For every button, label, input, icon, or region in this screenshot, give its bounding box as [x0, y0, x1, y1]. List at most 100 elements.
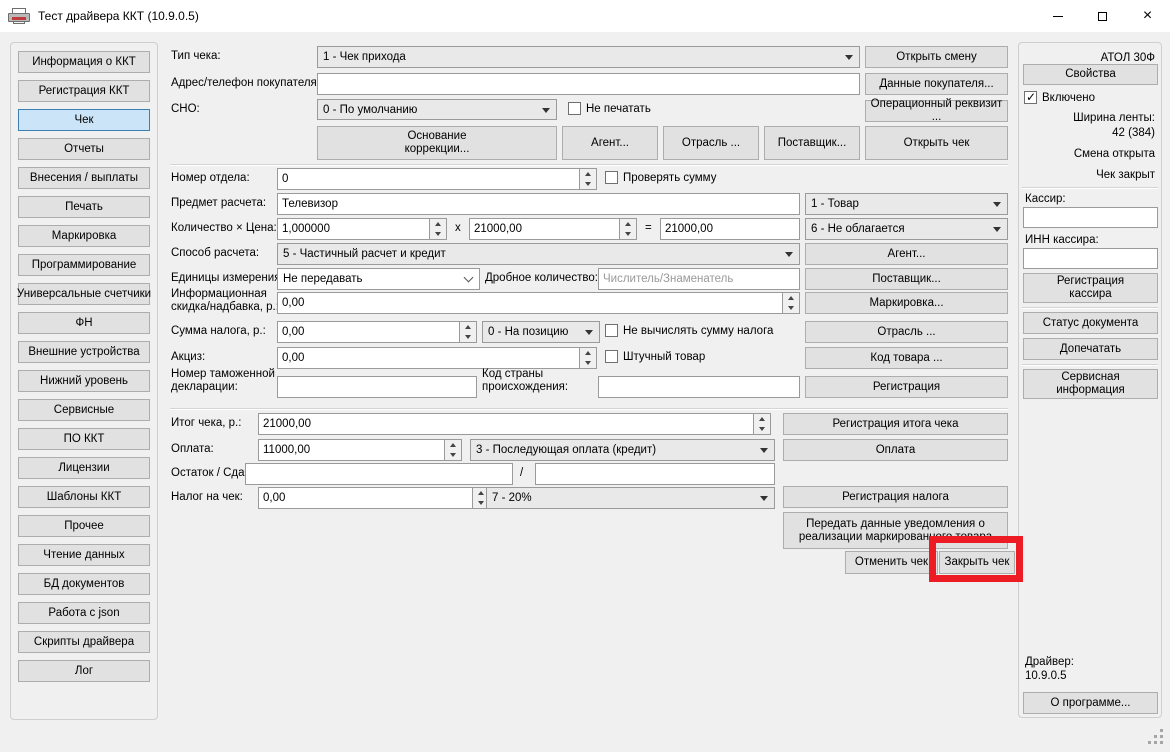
sidebar-item-fn[interactable]: ФН [18, 312, 150, 334]
reprint-button[interactable]: Допечатать [1023, 338, 1158, 360]
buyer-address-field-wrap [317, 73, 860, 95]
sidebar-item-other[interactable]: Прочее [18, 515, 150, 537]
spinner[interactable] [619, 219, 636, 239]
price-input[interactable] [470, 219, 619, 239]
sidebar-item-service[interactable]: Сервисные [18, 399, 150, 421]
sidebar-item-kkt-registration[interactable]: Регистрация ККТ [18, 80, 150, 102]
spinner[interactable] [753, 414, 770, 434]
enabled-checkbox[interactable]: Включено [1024, 90, 1095, 104]
properties-button[interactable]: Свойства [1023, 64, 1158, 85]
highlight-annotation [929, 536, 1023, 582]
country-input[interactable] [599, 377, 799, 397]
product-code-button[interactable]: Код товара ... [805, 347, 1008, 369]
customs-input[interactable] [278, 377, 476, 397]
spinner[interactable] [429, 219, 446, 239]
payment-method-select[interactable]: 5 - Частичный расчет и кредит [277, 243, 800, 265]
sidebar-item-receipt[interactable]: Чек [18, 109, 150, 131]
payment-input[interactable] [259, 440, 444, 460]
discount-input[interactable] [278, 293, 782, 313]
payment-type-select[interactable]: 3 - Последующая оплата (кредит) [470, 439, 775, 461]
correction-basis-button[interactable]: Основание коррекции... [317, 126, 557, 160]
agent-top-button[interactable]: Агент... [562, 126, 658, 160]
excise-input[interactable] [278, 348, 579, 368]
sidebar-item-marking[interactable]: Маркировка [18, 225, 150, 247]
qty-price-label: Количество × Цена: [171, 222, 277, 234]
doc-status-button[interactable]: Статус документа [1023, 312, 1158, 334]
check-sum-checkbox[interactable]: Проверять сумму [605, 171, 716, 184]
sidebar-item-licenses[interactable]: Лицензии [18, 457, 150, 479]
sidebar-item-json[interactable]: Работа с json [18, 602, 150, 624]
sidebar: Информация о ККТ Регистрация ККТ Чек Отч… [10, 42, 158, 720]
spinner[interactable] [459, 322, 476, 342]
amount-input[interactable] [661, 219, 799, 239]
change-input[interactable] [536, 464, 774, 484]
industry-item-button[interactable]: Отрасль ... [805, 321, 1008, 343]
open-shift-button[interactable]: Открыть смену [865, 46, 1008, 68]
tax-type-select[interactable]: 6 - Не облагается [805, 218, 1008, 240]
maximize-button[interactable] [1080, 0, 1125, 32]
fractional-input[interactable] [599, 269, 799, 289]
sidebar-item-print[interactable]: Печать [18, 196, 150, 218]
no-print-checkbox[interactable]: Не печатать [568, 102, 651, 115]
minimize-button[interactable] [1035, 0, 1080, 32]
customs-label: Номер таможенной декларации: [171, 368, 275, 393]
no-tax-calc-checkbox[interactable]: Не вычислять сумму налога [605, 324, 773, 337]
sidebar-item-programming[interactable]: Программирование [18, 254, 150, 276]
rest-input[interactable] [246, 464, 512, 484]
sidebar-item-external-devices[interactable]: Внешние устройства [18, 341, 150, 363]
open-receipt-button[interactable]: Открыть чек [865, 126, 1008, 160]
receipt-tax-type-select[interactable]: 7 - 20% [486, 487, 775, 509]
close-button[interactable]: × [1125, 0, 1170, 32]
cancel-receipt-button[interactable]: Отменить чек [845, 551, 938, 574]
spinner[interactable] [579, 348, 596, 368]
resize-grip[interactable] [1148, 741, 1151, 744]
receipt-type-select[interactable]: 1 - Чек прихода [317, 46, 860, 68]
tax-registration-button[interactable]: Регистрация налога [783, 486, 1008, 508]
cashier-registration-button[interactable]: Регистрация кассира [1023, 273, 1158, 303]
payment-label: Оплата: [171, 443, 214, 455]
sidebar-item-reports[interactable]: Отчеты [18, 138, 150, 160]
about-button[interactable]: О программе... [1023, 692, 1158, 714]
spinner[interactable] [579, 169, 596, 189]
piece-goods-checkbox[interactable]: Штучный товар [605, 350, 705, 363]
industry-top-button[interactable]: Отрасль ... [663, 126, 759, 160]
spinner[interactable] [782, 293, 799, 313]
sidebar-item-kkt-info[interactable]: Информация о ККТ [18, 51, 150, 73]
sidebar-item-doc-db[interactable]: БД документов [18, 573, 150, 595]
qty-input[interactable] [278, 219, 429, 239]
chevron-down-icon [760, 448, 768, 453]
total-input[interactable] [259, 414, 753, 434]
spinner[interactable] [444, 440, 461, 460]
service-info-button[interactable]: Сервисная информация [1023, 369, 1158, 399]
sidebar-item-low-level[interactable]: Нижний уровень [18, 370, 150, 392]
marking-item-button[interactable]: Маркировка... [805, 292, 1008, 314]
sidebar-item-read-data[interactable]: Чтение данных [18, 544, 150, 566]
cashier-input[interactable] [1024, 208, 1157, 227]
agent-item-button[interactable]: Агент... [805, 243, 1008, 265]
sidebar-item-driver-scripts[interactable]: Скрипты драйвера [18, 631, 150, 653]
department-field-wrap [277, 168, 597, 190]
subject-input[interactable] [278, 194, 799, 214]
buyer-data-button[interactable]: Данные покупателя... [865, 73, 1008, 95]
supplier-top-button[interactable]: Поставщик... [764, 126, 860, 160]
buyer-address-input[interactable] [318, 74, 859, 94]
subject-type-select[interactable]: 1 - Товар [805, 193, 1008, 215]
sno-select[interactable]: 0 - По умолчанию [317, 99, 557, 120]
payment-button[interactable]: Оплата [783, 439, 1008, 461]
sidebar-item-universal-counters[interactable]: Универсальные счетчики [17, 283, 151, 305]
sidebar-item-log[interactable]: Лог [18, 660, 150, 682]
receipt-tax-input[interactable] [259, 488, 472, 508]
sidebar-item-kkt-software[interactable]: ПО ККТ [18, 428, 150, 450]
tax-sum-input[interactable] [278, 322, 459, 342]
checkbox-icon [605, 324, 618, 337]
total-registration-button[interactable]: Регистрация итога чека [783, 413, 1008, 435]
supplier-item-button[interactable]: Поставщик... [805, 268, 1008, 290]
sidebar-item-cash-in-out[interactable]: Внесения / выплаты [18, 167, 150, 189]
sidebar-item-kkt-templates[interactable]: Шаблоны ККТ [18, 486, 150, 508]
registration-button[interactable]: Регистрация [805, 376, 1008, 398]
cashier-inn-input[interactable] [1024, 249, 1157, 268]
tax-mode-select[interactable]: 0 - На позицию [482, 321, 600, 343]
units-select[interactable]: Не передавать [277, 268, 480, 290]
department-input[interactable] [278, 169, 579, 189]
operational-attribute-button[interactable]: Операционный реквизит ... [865, 98, 1008, 123]
